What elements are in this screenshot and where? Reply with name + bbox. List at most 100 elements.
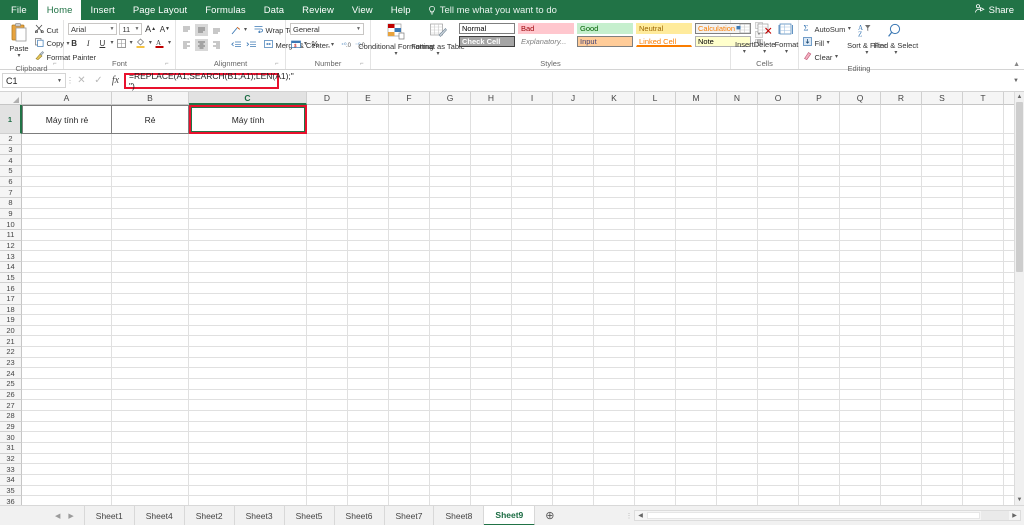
cell-a8[interactable]: [22, 197, 112, 209]
cell-j8[interactable]: [553, 197, 594, 209]
cell-g16[interactable]: [430, 283, 471, 294]
autosum-dropdown-icon[interactable]: ▾: [848, 26, 851, 32]
cell-r16[interactable]: [881, 283, 922, 294]
cell-styles-gallery[interactable]: Normal Bad Good Neutral Calculation Chec…: [459, 22, 751, 47]
cell-j9[interactable]: [553, 208, 594, 220]
table-row[interactable]: [22, 187, 1024, 198]
cell-e19[interactable]: [348, 315, 389, 326]
cell-o36[interactable]: [758, 496, 799, 505]
cell-t36[interactable]: [963, 496, 1004, 505]
cell-g15[interactable]: [430, 272, 471, 284]
cell-k32[interactable]: [594, 453, 635, 465]
cell-l3[interactable]: [635, 144, 676, 156]
cell-k11[interactable]: [594, 229, 635, 241]
cell-style-explanatory[interactable]: Explanatory...: [518, 36, 574, 47]
cell-i24[interactable]: [512, 368, 553, 380]
column-header-m[interactable]: M: [676, 92, 717, 105]
cell-i14[interactable]: [512, 261, 553, 273]
cell-i20[interactable]: [512, 325, 553, 337]
cell-i13[interactable]: [512, 251, 553, 262]
cell-e1[interactable]: [348, 105, 389, 134]
cell-i6[interactable]: [512, 176, 553, 188]
cell-s11[interactable]: [922, 229, 963, 241]
row-header-36[interactable]: 36: [0, 496, 22, 505]
cell-n17[interactable]: [717, 293, 758, 305]
cell-k9[interactable]: [594, 208, 635, 220]
cell-f33[interactable]: [389, 464, 430, 475]
cell-b32[interactable]: [112, 453, 189, 465]
cell-d8[interactable]: [307, 197, 348, 209]
cell-c12[interactable]: [189, 240, 307, 252]
cell-k20[interactable]: [594, 325, 635, 337]
cell-k12[interactable]: [594, 240, 635, 252]
cell-style-good[interactable]: Good: [577, 23, 633, 34]
cell-o29[interactable]: [758, 421, 799, 433]
cell-g6[interactable]: [430, 176, 471, 188]
cell-m6[interactable]: [676, 176, 717, 188]
cell-n34[interactable]: [717, 475, 758, 486]
cell-b24[interactable]: [112, 368, 189, 380]
table-row[interactable]: [22, 134, 1024, 145]
table-row[interactable]: [22, 357, 1024, 369]
find-select-dropdown-icon[interactable]: ▾: [894, 50, 897, 56]
chevron-down-icon[interactable]: ▼: [57, 78, 62, 84]
cell-d17[interactable]: [307, 293, 348, 305]
cell-k4[interactable]: [594, 155, 635, 166]
cell-q4[interactable]: [840, 155, 881, 166]
cell-t4[interactable]: [963, 155, 1004, 166]
orientation-dropdown-icon[interactable]: ▾: [244, 27, 247, 33]
cell-r17[interactable]: [881, 293, 922, 305]
cell-l24[interactable]: [635, 368, 676, 380]
cell-i29[interactable]: [512, 421, 553, 433]
cell-n6[interactable]: [717, 176, 758, 188]
cell-k34[interactable]: [594, 475, 635, 486]
row-header-22[interactable]: 22: [0, 347, 22, 358]
cell-a30[interactable]: [22, 432, 112, 444]
cell-n3[interactable]: [717, 144, 758, 156]
cell-q8[interactable]: [840, 197, 881, 209]
cell-i35[interactable]: [512, 485, 553, 497]
cell-i3[interactable]: [512, 144, 553, 156]
cell-e10[interactable]: [348, 219, 389, 230]
cell-h17[interactable]: [471, 293, 512, 305]
cell-c24[interactable]: [189, 368, 307, 380]
cell-a3[interactable]: [22, 144, 112, 156]
cell-e8[interactable]: [348, 197, 389, 209]
cell-j32[interactable]: [553, 453, 594, 465]
ribbon-tab-home[interactable]: Home: [37, 0, 82, 20]
table-row[interactable]: [22, 347, 1024, 358]
fill-color-button[interactable]: [135, 37, 147, 49]
cell-q32[interactable]: [840, 453, 881, 465]
sort-filter-button[interactable]: AZ Sort & Filter ▾: [847, 22, 887, 56]
conditional-formatting-button[interactable]: Conditional Formatting ▾: [358, 22, 434, 57]
cell-l25[interactable]: [635, 379, 676, 390]
cell-s20[interactable]: [922, 325, 963, 337]
cell-d30[interactable]: [307, 432, 348, 444]
cell-b10[interactable]: [112, 219, 189, 230]
cell-a11[interactable]: [22, 229, 112, 241]
cell-k3[interactable]: [594, 144, 635, 156]
cell-n28[interactable]: [717, 411, 758, 422]
cell-j11[interactable]: [553, 229, 594, 241]
cell-s29[interactable]: [922, 421, 963, 433]
cell-a27[interactable]: [22, 400, 112, 412]
cell-t18[interactable]: [963, 304, 1004, 316]
column-header-a[interactable]: A: [22, 92, 112, 105]
cell-i7[interactable]: [512, 187, 553, 198]
number-format-select[interactable]: General ▼: [290, 23, 364, 35]
row-header-11[interactable]: 11: [0, 229, 22, 241]
cell-f18[interactable]: [389, 304, 430, 316]
cell-o30[interactable]: [758, 432, 799, 444]
table-row[interactable]: [22, 272, 1024, 284]
cell-r22[interactable]: [881, 347, 922, 358]
cell-e5[interactable]: [348, 165, 389, 177]
cell-q22[interactable]: [840, 347, 881, 358]
cell-j5[interactable]: [553, 165, 594, 177]
expand-formula-bar-icon[interactable]: ▼: [1010, 78, 1022, 84]
cell-j1[interactable]: [553, 105, 594, 134]
nav-next-icon[interactable]: ▶: [68, 512, 73, 520]
cell-k5[interactable]: [594, 165, 635, 177]
cell-l1[interactable]: [635, 105, 676, 134]
cell-q18[interactable]: [840, 304, 881, 316]
cell-f19[interactable]: [389, 315, 430, 326]
